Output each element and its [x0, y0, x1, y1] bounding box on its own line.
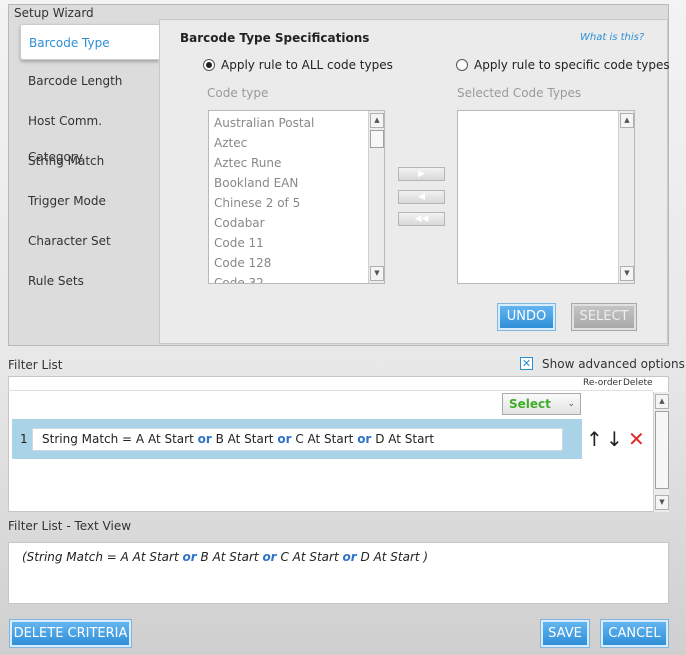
criteria-term: D At Start ) [360, 550, 429, 564]
radio-dot-icon [203, 59, 215, 71]
nav-item-barcode-length[interactable]: Barcode Length [20, 63, 159, 99]
or-keyword: or [182, 550, 197, 564]
text-view-expression: (String Match = A At Start or B At Start… [22, 550, 428, 564]
list-item[interactable]: Chinese 2 of 5 [209, 193, 384, 213]
row-index: 1 [20, 432, 28, 446]
filter-list-scrollbar[interactable]: ▲ ▼ [653, 392, 669, 512]
nav-item-barcode-type[interactable]: Barcode Type [20, 24, 159, 60]
filter-list-label: Filter List [8, 358, 63, 372]
code-type-label: Code type [207, 86, 269, 100]
list-item[interactable]: Code 11 [209, 233, 384, 253]
criteria-term: B At Start [200, 550, 259, 564]
select-dropdown-label: Select [509, 397, 551, 411]
nav-item-host-comm-category[interactable]: Host Comm. Category [20, 103, 159, 164]
radio-all-label: Apply rule to ALL code types [221, 58, 393, 72]
select-button[interactable]: SELECT [571, 303, 637, 331]
filter-list-header [8, 376, 653, 391]
criteria-term: B At Start [215, 432, 274, 446]
criteria-term: String Match = A At Start [42, 432, 194, 446]
scroll-down-icon[interactable]: ▼ [370, 266, 384, 281]
scroll-down-icon[interactable]: ▼ [620, 266, 634, 281]
criteria-select-dropdown[interactable]: Select ⌄ [502, 393, 581, 415]
scroll-up-icon[interactable]: ▲ [655, 394, 669, 409]
show-advanced-label: Show advanced options [542, 357, 685, 371]
save-button[interactable]: SAVE [540, 619, 590, 648]
close-icon[interactable]: ✕ [628, 428, 645, 450]
list-item[interactable]: Australian Postal [209, 113, 384, 133]
scroll-down-icon[interactable]: ▼ [655, 495, 669, 510]
selected-code-types-list[interactable]: ▲ ▼ [457, 110, 635, 284]
criteria-term: C At Start [295, 432, 354, 446]
or-keyword: or [342, 550, 357, 564]
or-keyword: or [197, 432, 212, 446]
nav-item-string-match[interactable]: String Match [20, 143, 159, 179]
scroll-up-icon[interactable]: ▲ [620, 113, 634, 128]
criteria-term: (String Match = A At Start [22, 550, 179, 564]
list-item[interactable]: Aztec Rune [209, 153, 384, 173]
list-item[interactable]: Codabar [209, 213, 384, 233]
reorder-column-label: Re-order [583, 378, 622, 388]
what-is-this-link[interactable]: What is this? [580, 32, 644, 43]
list-item[interactable]: Bookland EAN [209, 173, 384, 193]
radio-specific-code-types[interactable]: Apply rule to specific code types [456, 58, 670, 72]
radio-specific-label: Apply rule to specific code types [474, 58, 670, 72]
chevron-down-icon: ⌄ [567, 399, 575, 409]
criteria-expression-field[interactable]: String Match = A At Start or B At Start … [32, 428, 563, 451]
nav-item-trigger-mode[interactable]: Trigger Mode [20, 183, 159, 219]
arrow-up-icon[interactable]: ↑ [586, 428, 603, 450]
selected-types-scrollbar[interactable]: ▲ ▼ [618, 111, 634, 283]
list-item[interactable]: Code 32 [209, 273, 384, 283]
move-left-button[interactable]: ◀ [398, 190, 445, 204]
nav-item-character-set[interactable]: Character Set [20, 223, 159, 259]
move-all-left-button[interactable]: ◀◀ [398, 212, 445, 226]
selected-code-types-label: Selected Code Types [457, 86, 582, 100]
scroll-up-icon[interactable]: ▲ [370, 113, 384, 128]
or-keyword: or [262, 550, 277, 564]
radio-dot-icon [456, 59, 468, 71]
or-keyword: or [277, 432, 292, 446]
radio-all-code-types[interactable]: Apply rule to ALL code types [203, 58, 393, 72]
criteria-term: C At Start [280, 550, 339, 564]
code-type-scrollbar[interactable]: ▲ ▼ [368, 111, 384, 283]
delete-column-label: Delete [623, 378, 653, 388]
show-advanced-checkbox[interactable]: ✕ [520, 357, 533, 370]
delete-criteria-button[interactable]: DELETE CRITERIA [9, 619, 132, 648]
wizard-title: Setup Wizard [14, 6, 94, 20]
nav-item-rule-sets[interactable]: Rule Sets [20, 263, 159, 299]
cancel-button[interactable]: CANCEL [600, 619, 669, 648]
code-type-list[interactable]: Australian Postal Aztec Aztec Rune Bookl… [208, 110, 385, 284]
text-view-label: Filter List - Text View [8, 519, 132, 533]
list-item[interactable]: Aztec [209, 133, 384, 153]
scroll-thumb[interactable] [370, 130, 384, 148]
list-item[interactable]: Code 128 [209, 253, 384, 273]
undo-button[interactable]: UNDO [497, 303, 556, 331]
or-keyword: or [357, 432, 372, 446]
scroll-thumb[interactable] [655, 411, 669, 489]
arrow-down-icon[interactable]: ↓ [606, 428, 623, 450]
spec-title: Barcode Type Specifications [180, 31, 370, 45]
move-right-button[interactable]: ▶ [398, 167, 445, 181]
criteria-term: D At Start [375, 432, 435, 446]
